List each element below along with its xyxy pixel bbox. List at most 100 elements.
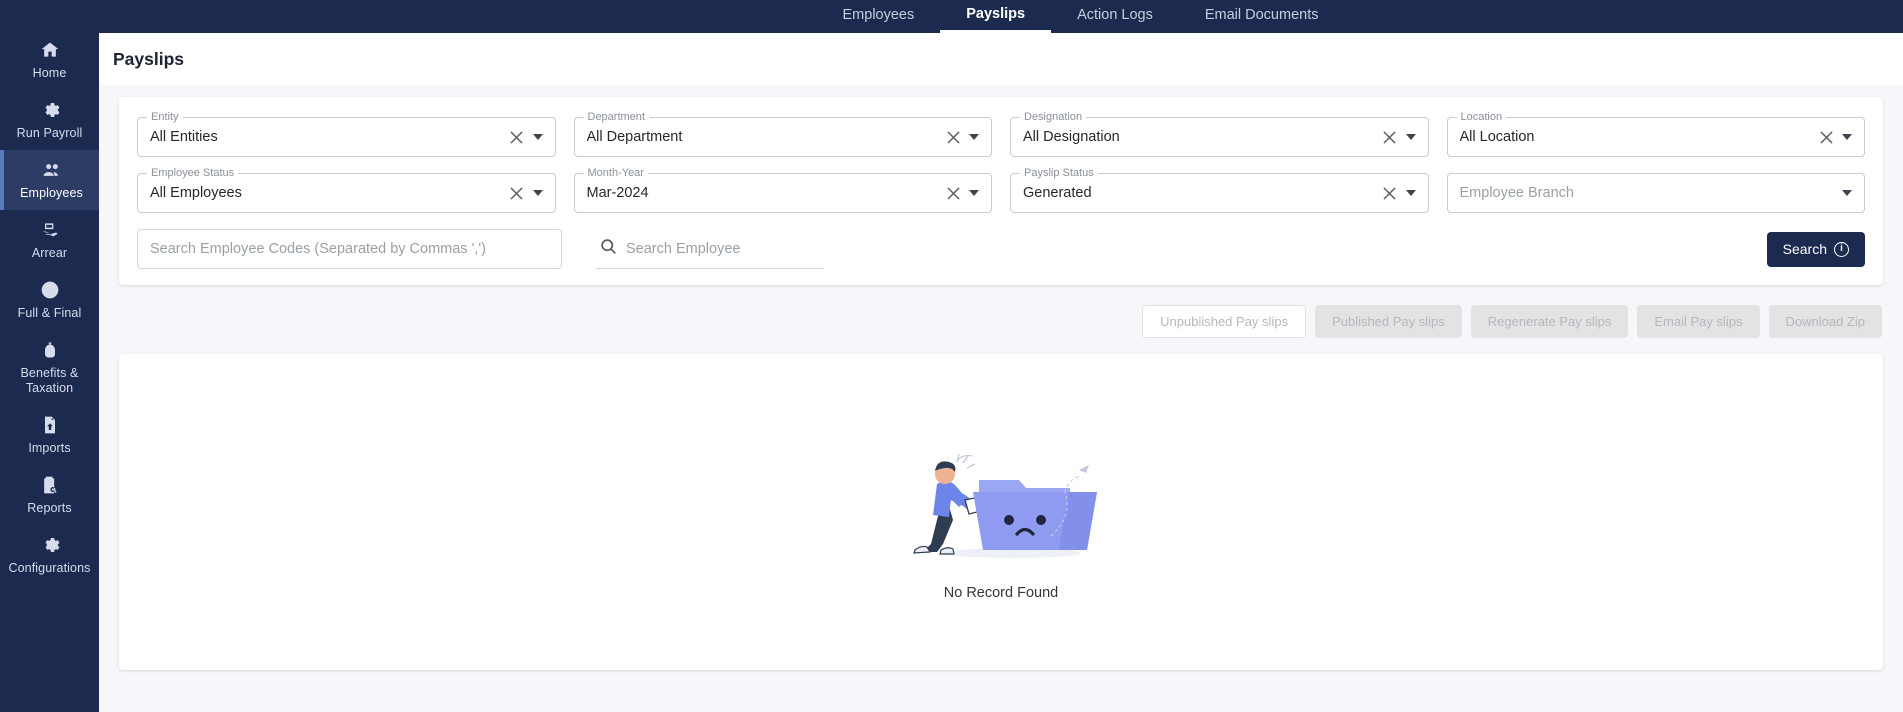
- tab-action-logs[interactable]: Action Logs: [1051, 7, 1179, 33]
- employee-search-placeholder: Search Employee: [626, 240, 741, 257]
- employee-branch-value: Employee Branch: [1459, 185, 1574, 201]
- money-hand-icon: [39, 219, 61, 241]
- sidebar-item-label: Arrear: [31, 246, 68, 260]
- email-payslips-button[interactable]: Email Pay slips: [1637, 305, 1760, 338]
- chevron-down-icon[interactable]: [1842, 134, 1852, 140]
- filter-panel: Entity All Entities Department All Depar…: [119, 97, 1883, 285]
- chevron-down-icon[interactable]: [969, 190, 979, 196]
- empty-state-text: No Record Found: [943, 584, 1059, 601]
- entity-label: Entity: [147, 111, 183, 123]
- payslip-action-buttons: Unpublished Pay slips Published Pay slip…: [119, 285, 1883, 354]
- gear-icon: [39, 534, 61, 556]
- department-label: Department: [583, 111, 649, 123]
- sidebar-item-label: Configurations: [8, 561, 91, 575]
- clear-icon[interactable]: [943, 183, 963, 203]
- designation-value: All Designation: [1023, 129, 1120, 145]
- refresh-icon: [39, 279, 61, 301]
- designation-select[interactable]: Designation All Designation: [1010, 111, 1429, 157]
- search-button[interactable]: Search i: [1766, 231, 1865, 267]
- published-payslips-button[interactable]: Published Pay slips: [1315, 305, 1462, 338]
- file-upload-icon: [39, 414, 61, 436]
- sidebar-item-label: Full & Final: [17, 306, 82, 320]
- employee-status-label: Employee Status: [147, 167, 239, 179]
- filter-row-3: Search Employee Codes (Separated by Comm…: [137, 229, 1865, 269]
- filter-employee-status: Employee Status All Employees: [137, 167, 556, 213]
- search-button-label: Search: [1782, 241, 1827, 257]
- payslip-status-select[interactable]: Payslip Status Generated: [1010, 167, 1429, 213]
- clear-icon[interactable]: [1380, 183, 1400, 203]
- employee-status-value: All Employees: [150, 185, 242, 201]
- chevron-down-icon[interactable]: [1842, 190, 1852, 196]
- sidebar-item-imports[interactable]: Imports: [0, 405, 99, 465]
- employee-search-field[interactable]: Search Employee: [596, 229, 824, 269]
- chevron-down-icon[interactable]: [969, 134, 979, 140]
- payslip-status-value: Generated: [1023, 185, 1092, 201]
- filter-employee-codes: Search Employee Codes (Separated by Comm…: [137, 229, 562, 269]
- page-content: Entity All Entities Department All Depar…: [99, 85, 1903, 712]
- month-year-select[interactable]: Month-Year Mar-2024: [573, 167, 992, 213]
- chevron-down-icon[interactable]: [1405, 190, 1416, 196]
- empty-folder-illustration: [901, 440, 1101, 567]
- clear-icon[interactable]: [943, 127, 963, 147]
- department-select[interactable]: Department All Department: [573, 111, 992, 157]
- location-value: All Location: [1459, 129, 1535, 145]
- filter-entity: Entity All Entities: [137, 111, 556, 157]
- chevron-down-icon[interactable]: [532, 134, 543, 140]
- clear-icon[interactable]: [1816, 127, 1836, 147]
- department-value: All Department: [586, 129, 683, 145]
- filter-employee-branch: Employee Branch: [1446, 173, 1865, 213]
- filter-month-year: Month-Year Mar-2024: [573, 167, 992, 213]
- sidebar-item-benefits-and-taxation[interactable]: Benefits & Taxation: [0, 330, 99, 405]
- filter-payslip-status: Payslip Status Generated: [1010, 167, 1429, 213]
- tab-payslips[interactable]: Payslips: [940, 6, 1052, 33]
- sidebar-item-employees[interactable]: Employees: [0, 150, 99, 210]
- filter-department: Department All Department: [573, 111, 992, 157]
- entity-select[interactable]: Entity All Entities: [137, 111, 556, 157]
- regenerate-payslips-button[interactable]: Regenerate Pay slips: [1470, 305, 1629, 338]
- search-icon: [600, 238, 617, 260]
- month-year-label: Month-Year: [583, 167, 648, 179]
- tab-employees[interactable]: Employees: [817, 7, 941, 33]
- sidebar: Home Run Payroll Employees Arrear Full &: [0, 0, 99, 712]
- clear-icon[interactable]: [507, 127, 527, 147]
- filter-row-1: Entity All Entities Department All Depar…: [137, 111, 1865, 157]
- results-panel: No Record Found: [119, 354, 1883, 670]
- app-root: Home Run Payroll Employees Arrear Full &: [0, 0, 1903, 712]
- employee-status-select[interactable]: Employee Status All Employees: [137, 167, 556, 213]
- sidebar-item-home[interactable]: Home: [0, 30, 99, 90]
- page-header: Payslips: [99, 33, 1903, 85]
- download-zip-button[interactable]: Download Zip: [1768, 305, 1882, 338]
- sidebar-item-reports[interactable]: Reports: [0, 465, 99, 525]
- top-nav-items: Employees Payslips Action Logs Email Doc…: [817, 6, 1345, 33]
- designation-label: Designation: [1020, 111, 1087, 123]
- sidebar-item-arrear[interactable]: Arrear: [0, 210, 99, 270]
- chevron-down-icon[interactable]: [1405, 134, 1416, 140]
- main-pane: Employees Payslips Action Logs Email Doc…: [99, 0, 1903, 712]
- empty-state: No Record Found: [901, 440, 1101, 601]
- info-icon[interactable]: i: [1834, 241, 1849, 257]
- sidebar-item-label: Reports: [27, 501, 72, 515]
- filter-row-2: Employee Status All Employees Month-Year…: [137, 167, 1865, 213]
- employee-branch-select[interactable]: Employee Branch: [1446, 173, 1865, 213]
- sidebar-item-label: Benefits & Taxation: [20, 366, 79, 395]
- sidebar-item-run-payroll[interactable]: Run Payroll: [0, 90, 99, 150]
- top-navigation-bar: Employees Payslips Action Logs Email Doc…: [99, 0, 1903, 33]
- home-icon: [39, 39, 61, 61]
- clear-icon[interactable]: [507, 183, 527, 203]
- location-label: Location: [1456, 111, 1507, 123]
- sidebar-item-configurations[interactable]: Configurations: [0, 525, 99, 585]
- employee-codes-input[interactable]: Search Employee Codes (Separated by Comm…: [137, 229, 562, 269]
- entity-value: All Entities: [150, 129, 218, 145]
- sidebar-item-full-and-final[interactable]: Full & Final: [0, 270, 99, 330]
- filter-designation: Designation All Designation: [1010, 111, 1429, 157]
- chevron-down-icon[interactable]: [532, 190, 543, 196]
- clipboard-search-icon: [39, 474, 61, 496]
- gear-icon: [39, 99, 61, 121]
- sidebar-item-label: Imports: [28, 441, 71, 455]
- unpublished-payslips-button[interactable]: Unpublished Pay slips: [1142, 305, 1307, 338]
- tab-email-documents[interactable]: Email Documents: [1179, 7, 1345, 33]
- location-select[interactable]: Location All Location: [1446, 111, 1865, 157]
- sidebar-item-label: Run Payroll: [16, 126, 83, 140]
- clear-icon[interactable]: [1380, 127, 1400, 147]
- bag-icon: [39, 339, 61, 361]
